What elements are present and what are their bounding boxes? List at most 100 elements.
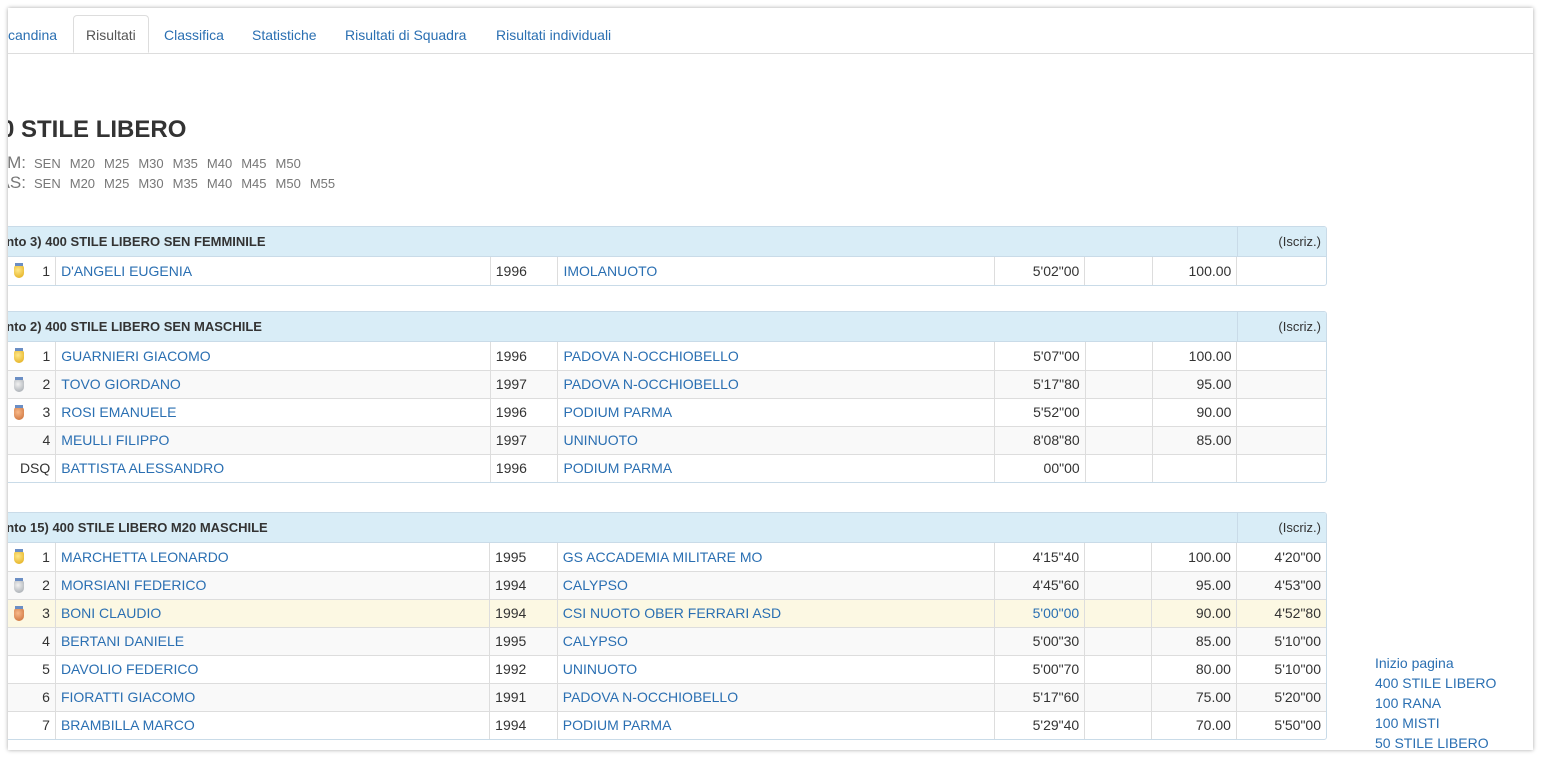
team-name[interactable]: CALYPSO: [563, 633, 628, 649]
result-time-cell: 5'29"40: [994, 710, 1086, 739]
athlete-name[interactable]: DAVOLIO FEDERICO: [61, 661, 198, 677]
team-name[interactable]: PADOVA N-OCCHIOBELLO: [563, 348, 738, 364]
birth-year: 1996: [495, 347, 527, 364]
category-link[interactable]: M25: [104, 156, 129, 171]
team-name-cell: CSI NUOTO OBER FERRARI ASD: [557, 598, 995, 627]
empty-cell-cell: [1084, 654, 1153, 683]
category-link[interactable]: M35: [173, 176, 198, 191]
athlete-name[interactable]: GUARNIERI GIACOMO: [61, 348, 210, 364]
empty-cell-cell: [1084, 257, 1153, 285]
position-cell: 4: [42, 432, 51, 448]
points-cell: 75.00: [1151, 682, 1237, 711]
tab-classifica[interactable]: Classifica: [164, 21, 224, 52]
results-table: 1 D'ANGELI EUGENIA 1996 IMOLANUOTO 5'02"00 10…: [8, 257, 1326, 285]
team-name[interactable]: IMOLANUOTO: [563, 263, 657, 279]
athlete-name[interactable]: BRAMBILLA MARCO: [61, 717, 195, 733]
team-name[interactable]: UNINUOTO: [563, 432, 637, 448]
entry-time: 5'50"00: [1274, 717, 1321, 734]
bronze-medal-icon: [14, 605, 24, 621]
category-link[interactable]: M50: [276, 176, 301, 191]
category-link[interactable]: M55: [310, 176, 335, 191]
team-name-cell: PODIUM PARMA: [557, 710, 995, 739]
entry-time-cell: 5'50"00: [1236, 710, 1326, 739]
side-link-50-sl[interactable]: 50 STILE LIBERO: [1375, 735, 1489, 750]
team-name-cell: PADOVA N-OCCHIOBELLO: [557, 342, 996, 370]
points-cell: 70.00: [1151, 710, 1237, 739]
athlete-name[interactable]: BATTISTA ALESSANDRO: [61, 460, 224, 476]
team-name[interactable]: PADOVA N-OCCHIOBELLO: [563, 689, 738, 705]
results-table: 1 GUARNIERI GIACOMO 1996 PADOVA N-OCCHIOBEL…: [8, 342, 1326, 482]
team-name[interactable]: GS ACCADEMIA MILITARE MO: [563, 549, 763, 565]
result-time-cell: 5'02"00: [994, 257, 1086, 285]
table-row: 2 MORSIANI FEDERICO 1994 CALYPSO 4'45"60 95.0…: [8, 570, 1326, 599]
athlete-name[interactable]: FIORATTI GIACOMO: [61, 689, 195, 705]
results-block: ento 2) 400 STILE LIBERO SEN MASCHILE (I…: [8, 311, 1327, 483]
tab-locandina[interactable]: candina: [8, 21, 57, 52]
category-link[interactable]: M30: [138, 176, 163, 191]
category-link[interactable]: M45: [241, 156, 266, 171]
side-navigation: Inizio pagina 400 STILE LIBERO 100 RANA …: [1375, 653, 1496, 750]
entry-time-cell: [1236, 425, 1326, 454]
category-link[interactable]: M20: [70, 176, 95, 191]
team-name[interactable]: PODIUM PARMA: [563, 460, 672, 476]
points: 95.00: [1196, 376, 1232, 392]
category-link[interactable]: M25: [104, 176, 129, 191]
tab-risultati-individuali[interactable]: Risultati individuali: [496, 21, 611, 52]
position-cell-cell: 5: [8, 654, 56, 683]
athlete-name[interactable]: BONI CLAUDIO: [61, 605, 161, 621]
athlete-name-cell: ROSI EMANUELE: [55, 397, 491, 426]
entry-time-cell: 5'10"00: [1236, 654, 1326, 683]
iscriz-header: (Iscriz.): [1237, 513, 1326, 542]
athlete-name[interactable]: BERTANI DANIELE: [61, 633, 184, 649]
athlete-name[interactable]: ROSI EMANUELE: [61, 404, 176, 420]
category-link[interactable]: SEN: [34, 176, 61, 191]
position-cell: 2: [42, 577, 50, 593]
category-link[interactable]: M20: [70, 156, 95, 171]
birth-year: 1992: [495, 661, 527, 677]
side-link-top[interactable]: Inizio pagina: [1375, 655, 1454, 671]
category-link[interactable]: M40: [207, 176, 232, 191]
team-name[interactable]: CSI NUOTO OBER FERRARI ASD: [563, 605, 781, 621]
birth-year-cell: 1992: [489, 654, 558, 683]
result-time-cell: 4'45"60: [994, 570, 1086, 599]
result-time: 5'17"80: [1033, 376, 1080, 392]
tab-statistiche[interactable]: Statistiche: [252, 21, 317, 52]
birth-year-cell: 1996: [490, 257, 559, 285]
team-name[interactable]: PODIUM PARMA: [563, 717, 672, 733]
table-row: 6 FIORATTI GIACOMO 1991 PADOVA N-OCCHIOBELL…: [8, 682, 1326, 711]
position-cell-cell: 1: [8, 543, 56, 571]
position-cell: 7: [42, 717, 50, 734]
athlete-name[interactable]: MEULLI FILIPPO: [61, 432, 169, 448]
team-name[interactable]: PODIUM PARMA: [563, 404, 672, 420]
tab-risultati-squadra[interactable]: Risultati di Squadra: [345, 21, 466, 52]
result-time: 4'45"60: [1032, 577, 1080, 593]
athlete-name[interactable]: MORSIANI FEDERICO: [61, 577, 206, 593]
category-link[interactable]: SEN: [34, 156, 61, 171]
position-cell: 3: [42, 605, 50, 621]
tab-bar: candina Risultati Classifica Statistiche…: [8, 8, 1533, 54]
side-link-100-misti[interactable]: 100 MISTI: [1375, 715, 1440, 731]
category-link[interactable]: M40: [207, 156, 232, 171]
position-cell: DSQ: [19, 460, 51, 477]
team-name[interactable]: UNINUOTO: [563, 661, 637, 677]
team-name[interactable]: PADOVA N-OCCHIOBELLO: [563, 376, 738, 392]
empty-cell-cell: [1085, 342, 1153, 370]
block-header: ento 3) 400 STILE LIBERO SEN FEMMINILE (…: [8, 227, 1326, 257]
side-link-100-rana[interactable]: 100 RANA: [1375, 695, 1441, 711]
gold-medal-icon: [14, 263, 24, 278]
birth-year: 1995: [495, 548, 527, 565]
category-link[interactable]: M50: [276, 156, 301, 171]
athlete-name[interactable]: D'ANGELI EUGENIA: [61, 263, 192, 279]
side-link-400-sl[interactable]: 400 STILE LIBERO: [1375, 675, 1496, 691]
team-name[interactable]: CALYPSO: [563, 577, 628, 593]
category-link[interactable]: M45: [241, 176, 266, 191]
athlete-name[interactable]: TOVO GIORDANO: [61, 376, 181, 392]
athlete-name[interactable]: MARCHETTA LEONARDO: [61, 549, 229, 565]
entry-time-cell: [1236, 397, 1326, 426]
entry-time-cell: [1236, 453, 1326, 482]
empty-cell-cell: [1085, 453, 1153, 482]
category-link[interactable]: M35: [173, 156, 198, 171]
tab-risultati[interactable]: Risultati: [73, 15, 149, 53]
table-row: 3 BONI CLAUDIO 1994 CSI NUOTO OBER FERRARI …: [8, 598, 1326, 627]
category-link[interactable]: M30: [138, 156, 163, 171]
